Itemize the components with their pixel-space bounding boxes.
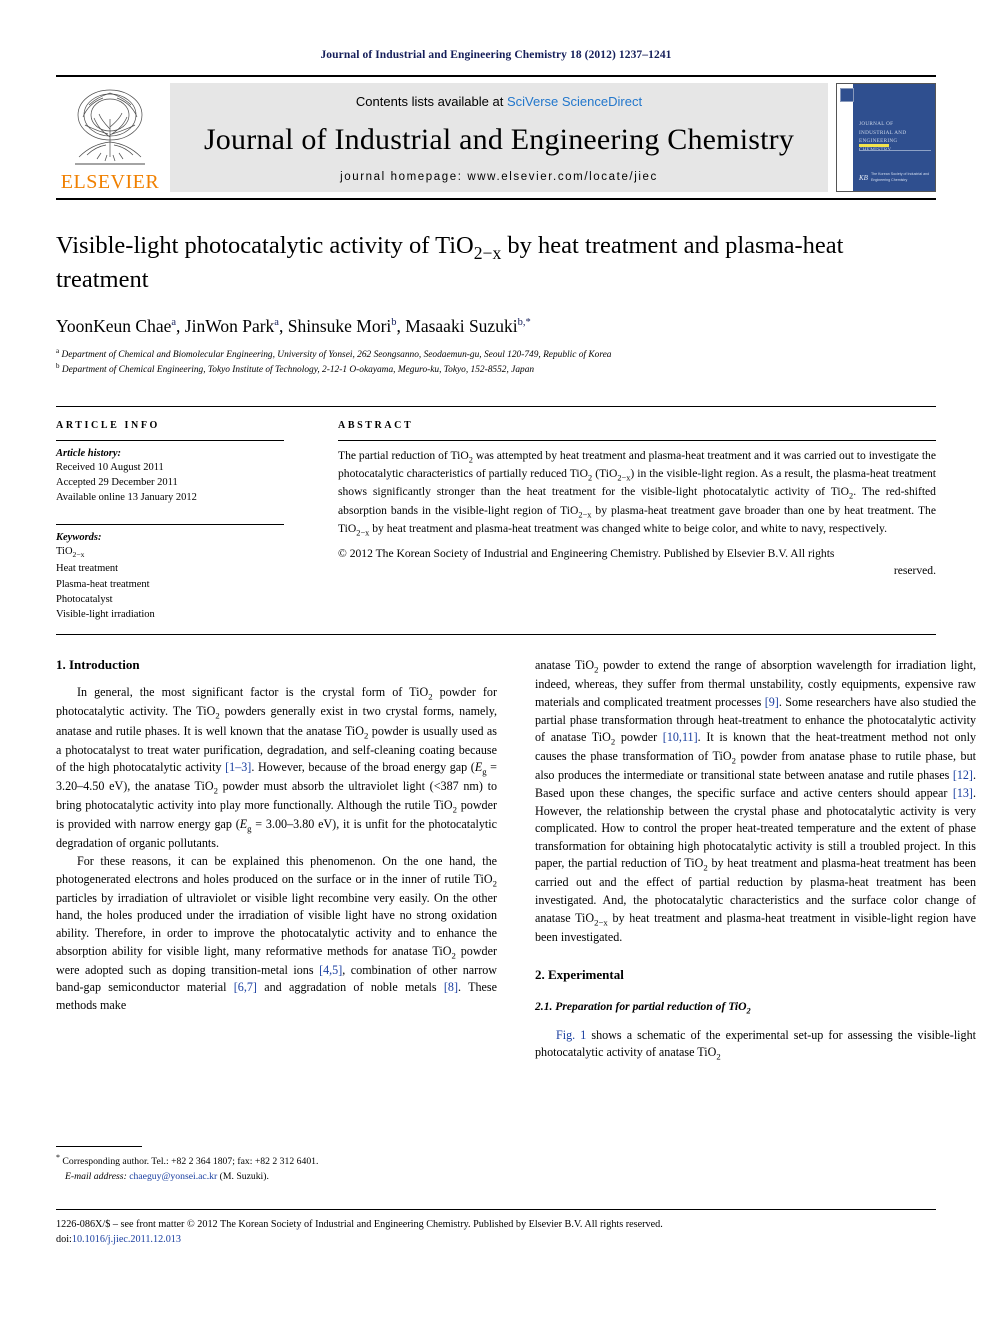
- sciencedirect-link[interactable]: SciVerse ScienceDirect: [507, 94, 642, 109]
- body-columns: 1. Introduction In general, the most sig…: [56, 657, 976, 1063]
- author-1: YoonKeun Chaea: [56, 315, 177, 336]
- affiliation-a: a Department of Chemical and Biomolecula…: [56, 347, 936, 362]
- doi-prefix: doi:: [56, 1234, 72, 1246]
- abstract-rule: [338, 439, 936, 441]
- copyright-tail: reserved.: [893, 564, 936, 578]
- author-list: YoonKeun Chaea, JinWon Parka, Shinsuke M…: [56, 315, 531, 336]
- author-1-affil-marker: a: [171, 317, 177, 328]
- journal-masthead: ELSEVIER Contents lists available at Sci…: [56, 75, 936, 200]
- keyword-item: Visible-light irradiation: [56, 609, 155, 621]
- journal-homepage[interactable]: journal homepage: www.elsevier.com/locat…: [340, 171, 658, 183]
- article-history-heading: Article history:: [56, 447, 122, 459]
- abstract-label: ABSTRACT: [338, 419, 414, 431]
- citation-9[interactable]: [9]: [765, 695, 779, 709]
- citation-1-3[interactable]: [1–3]: [225, 760, 251, 774]
- copyright-text: © 2012 The Korean Society of Industrial …: [338, 547, 835, 561]
- available-online-date: Available online 13 January 2012: [56, 492, 197, 504]
- page-footer: 1226-086X/$ – see front matter © 2012 Th…: [56, 1209, 936, 1248]
- keyword-item: Photocatalyst: [56, 593, 113, 605]
- corresponding-author-text: Corresponding author. Tel.: +82 2 364 18…: [62, 1156, 319, 1168]
- cover-society-block: KB The Korean Society of Industrial and …: [859, 172, 930, 183]
- affiliation-b-text: Department of Chemical Engineering, Toky…: [61, 365, 535, 376]
- footnote-star-marker: *: [56, 1153, 60, 1162]
- author-2-affil-marker: a: [274, 317, 279, 328]
- affiliation-a-marker: a: [56, 346, 60, 355]
- title-subscript: 2−x: [473, 242, 502, 263]
- keyword-item: Plasma-heat treatment: [56, 578, 150, 590]
- affiliation-a-text: Department of Chemical and Biomolecular …: [61, 349, 612, 360]
- doi-line: doi:10.1016/j.jiec.2011.12.013: [56, 1232, 936, 1247]
- citation-12[interactable]: [12]: [953, 768, 973, 782]
- corresponding-author-footnote: * Corresponding author. Tel.: +82 2 364 …: [56, 1146, 497, 1184]
- article-page: Journal of Industrial and Engineering Ch…: [0, 0, 992, 1323]
- contents-available-line: Contents lists available at SciVerse Sci…: [356, 94, 642, 109]
- cover-divider: [859, 150, 931, 151]
- figure-1-link[interactable]: Fig. 1: [556, 1028, 586, 1042]
- citation-8[interactable]: [8]: [444, 980, 458, 994]
- keywords-heading: Keywords:: [56, 532, 102, 544]
- email-owner: (M. Suzuki).: [219, 1170, 269, 1182]
- cover-badge-icon: [840, 88, 854, 102]
- title-block: Visible-light photocatalytic activity of…: [56, 230, 936, 378]
- footnote-divider: [56, 1146, 142, 1147]
- elsevier-logo: ELSEVIER: [56, 83, 164, 192]
- citation-13[interactable]: [13]: [953, 786, 973, 800]
- email-link[interactable]: chaeguy@yonsei.ac.kr: [129, 1171, 217, 1182]
- heading-experimental-sub: 2.1. Preparation for partial reduction o…: [535, 1000, 751, 1016]
- cover-yellow-rule: [859, 144, 889, 147]
- contents-prefix: Contents lists available at: [355, 94, 507, 109]
- author-4: Masaaki Suzukib,*: [405, 315, 531, 336]
- email-label: E-mail address:: [65, 1170, 127, 1182]
- affiliation-list: a Department of Chemical and Biomolecula…: [56, 347, 936, 378]
- elsevier-wordmark: ELSEVIER: [60, 171, 160, 193]
- keyword-item: TiO2−x: [56, 546, 85, 560]
- article-info-column: ARTICLE INFO Article history: Received 1…: [56, 420, 300, 623]
- abstract-column: ABSTRACT The partial reduction of TiO2 w…: [300, 420, 936, 623]
- doi-link[interactable]: 10.1016/j.jiec.2011.12.013: [72, 1234, 181, 1245]
- contents-box: Contents lists available at SciVerse Sci…: [170, 83, 828, 192]
- issn-copyright-line: 1226-086X/$ – see front matter © 2012 Th…: [56, 1219, 663, 1230]
- citation-4-5[interactable]: [4,5]: [319, 963, 342, 977]
- affiliation-b-marker: b: [56, 362, 60, 371]
- keyword-subscript: 2−x: [72, 550, 85, 560]
- title-text-1: Visible-light photocatalytic activity of…: [56, 232, 474, 259]
- society-logo-mark: KB: [859, 173, 868, 182]
- footnote-content: * Corresponding author. Tel.: +82 2 364 …: [56, 1152, 497, 1184]
- info-abstract-band: ARTICLE INFO Article history: Received 1…: [56, 405, 936, 636]
- citation-6-7[interactable]: [6,7]: [234, 980, 257, 994]
- elsevier-tree-icon: [75, 89, 145, 165]
- abstract-copyright: © 2012 The Korean Society of Industrial …: [338, 546, 936, 579]
- article-title: Visible-light photocatalytic activity of…: [56, 230, 936, 296]
- article-info-rule: [56, 439, 284, 441]
- paragraph-intro-1: In general, the most significant factor …: [56, 685, 498, 851]
- paragraph-intro-2: For these reasons, it can be explained t…: [56, 854, 498, 1012]
- keywords-rule: [56, 524, 284, 526]
- keywords-block: Keywords: TiO2−x Heat treatment Plasma-h…: [56, 524, 284, 622]
- journal-cover-thumbnail: Journal of Industrial and Engineering Ch…: [836, 83, 936, 192]
- email-line: E-mail address: chaeguy@yonsei.ac.kr (M.…: [56, 1170, 497, 1185]
- journal-title: Journal of Industrial and Engineering Ch…: [203, 123, 795, 156]
- heading-introduction: 1. Introduction: [56, 657, 140, 673]
- abstract-text: The partial reduction of TiO2 was attemp…: [338, 448, 937, 538]
- citation-10-11[interactable]: [10,11]: [663, 730, 698, 744]
- keyword-item: Heat treatment: [56, 563, 119, 575]
- paragraph-experimental-1: Fig. 1 shows a schematic of the experime…: [535, 1027, 977, 1062]
- article-info-label: ARTICLE INFO: [56, 419, 160, 431]
- author-4-affil-marker: b,*: [517, 317, 531, 328]
- received-date: Received 10 August 2011: [56, 461, 164, 473]
- paragraph-intro-3: anatase TiO2 powder to extend the range …: [535, 658, 977, 944]
- accepted-date: Accepted 29 December 2011: [56, 476, 178, 488]
- left-column: 1. Introduction In general, the most sig…: [56, 657, 497, 1063]
- running-head: Journal of Industrial and Engineering Ch…: [320, 49, 672, 61]
- author-2: JinWon Parka: [184, 315, 279, 336]
- affiliation-b: b Department of Chemical Engineering, To…: [56, 362, 936, 377]
- heading-experimental: 2. Experimental: [535, 967, 624, 983]
- author-3-affil-marker: b: [391, 317, 397, 328]
- author-3: Shinsuke Morib: [287, 315, 397, 336]
- society-name: The Korean Society of Industrial and Eng…: [870, 172, 930, 182]
- right-column: anatase TiO2 powder to extend the range …: [535, 657, 976, 1063]
